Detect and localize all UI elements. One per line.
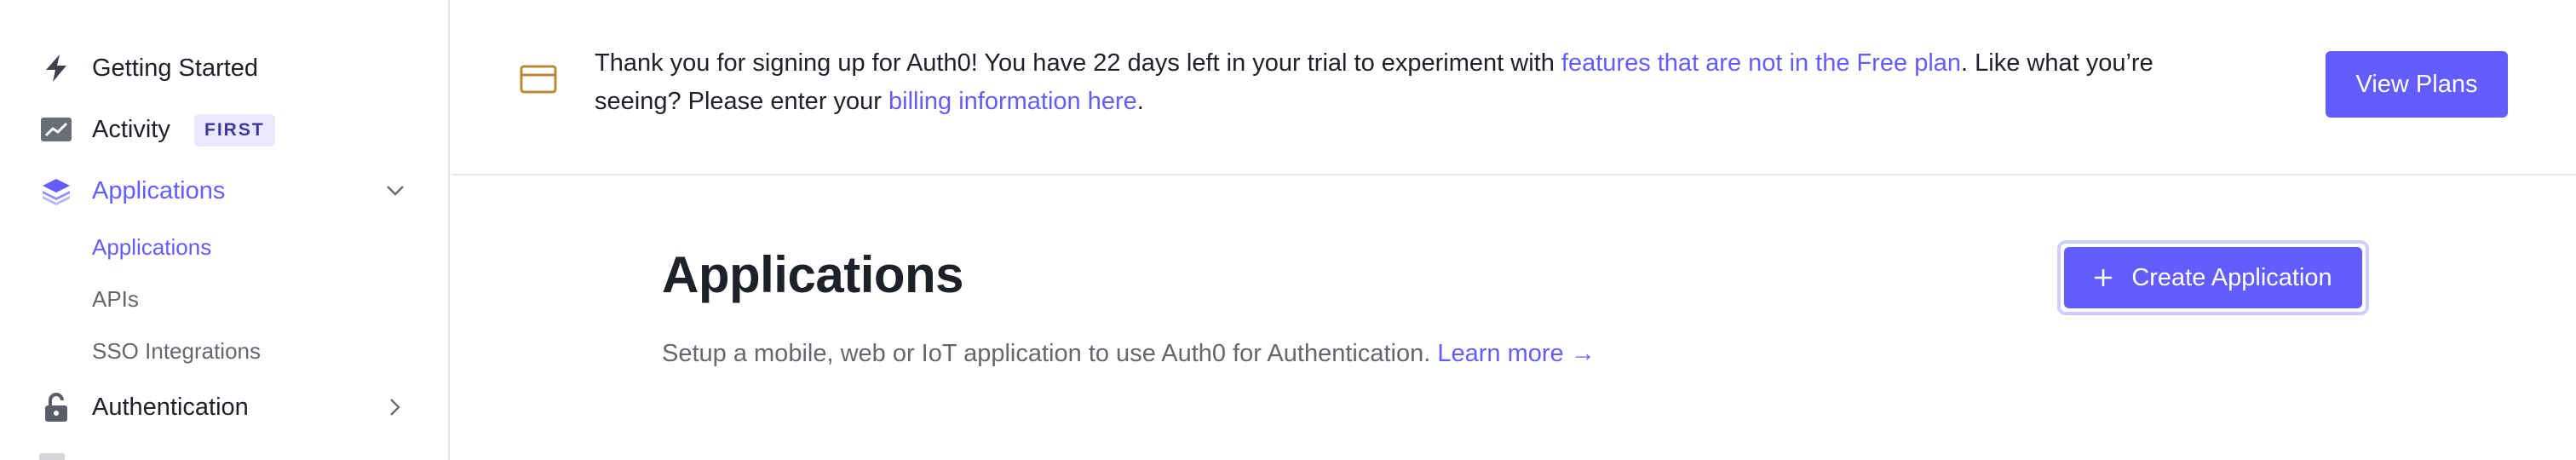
document-icon bbox=[39, 453, 65, 460]
sidebar-item-label: Authentication bbox=[92, 393, 249, 421]
first-badge: FIRST bbox=[194, 114, 275, 147]
sidebar-subitem-applications[interactable]: Applications bbox=[92, 230, 211, 264]
lock-icon bbox=[39, 392, 73, 423]
banner-text: . bbox=[1136, 88, 1144, 115]
billing-link[interactable]: billing information here bbox=[888, 88, 1137, 115]
sidebar-subitem-apis[interactable]: APIs bbox=[92, 282, 139, 316]
sidebar-item-applications[interactable]: Applications bbox=[0, 167, 450, 215]
banner-message: Thank you for signing up for Auth0! You … bbox=[595, 44, 2576, 121]
banner-text: seeing? Please enter your bbox=[595, 88, 888, 115]
chart-icon bbox=[39, 114, 73, 145]
features-link[interactable]: features that are not in the Free plan bbox=[1561, 49, 1961, 77]
plus-icon bbox=[2094, 268, 2113, 287]
trial-banner: Thank you for signing up for Auth0! You … bbox=[451, 0, 2576, 175]
sidebar-item-getting-started[interactable]: Getting Started bbox=[0, 44, 450, 92]
sidebar-subitem-sso-integrations[interactable]: SSO Integrations bbox=[92, 334, 261, 368]
banner-text: Thank you for signing up for Auth0! You … bbox=[595, 49, 1561, 77]
sidebar-item-activity[interactable]: Activity FIRST bbox=[0, 106, 450, 153]
lightning-icon bbox=[39, 53, 73, 83]
chevron-right-icon[interactable] bbox=[383, 395, 407, 419]
view-plans-button[interactable]: View Plans bbox=[2326, 51, 2508, 118]
create-application-button[interactable]: Create Application bbox=[2064, 247, 2362, 308]
credit-card-icon bbox=[520, 65, 557, 94]
create-application-focus-ring: Create Application bbox=[2057, 240, 2369, 315]
sidebar-item-label: Activity bbox=[92, 115, 170, 143]
page-description: Setup a mobile, web or IoT application t… bbox=[662, 340, 1596, 368]
sidebar-item-label: Applications bbox=[92, 176, 226, 204]
sidebar-item-label: Getting Started bbox=[92, 54, 259, 82]
create-application-label: Create Application bbox=[2131, 263, 2332, 291]
sidebar-item-authentication[interactable]: Authentication bbox=[0, 383, 450, 431]
layers-icon bbox=[39, 175, 73, 206]
sidebar-item-partial[interactable] bbox=[0, 446, 450, 460]
learn-more-link[interactable]: Learn more → bbox=[1437, 340, 1595, 367]
app-root: Getting Started Activity FIRST Applicati… bbox=[0, 0, 2576, 460]
banner-text: . Like what you’re bbox=[1961, 49, 2153, 77]
chevron-down-icon[interactable] bbox=[383, 179, 407, 203]
sidebar: Getting Started Activity FIRST Applicati… bbox=[0, 0, 450, 460]
page-title: Applications bbox=[662, 246, 964, 303]
description-text: Setup a mobile, web or IoT application t… bbox=[662, 340, 1431, 367]
